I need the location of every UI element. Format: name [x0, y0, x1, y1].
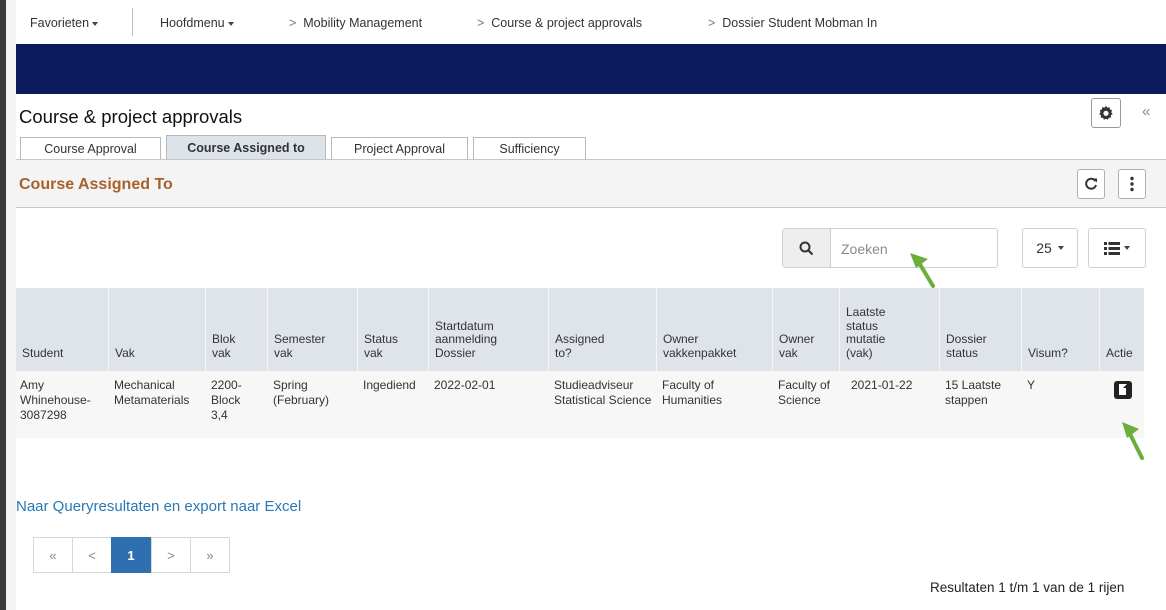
- export-excel-link[interactable]: Naar Queryresultaten en export naar Exce…: [16, 498, 301, 515]
- page-size-value: 25: [1036, 240, 1052, 256]
- caret-down-icon: [227, 21, 234, 26]
- last-page-button[interactable]: »: [190, 537, 230, 573]
- refresh-icon: [1085, 177, 1097, 190]
- tab-sufficiency[interactable]: Sufficiency: [473, 137, 586, 159]
- gear-icon: [1099, 105, 1113, 120]
- window-gutter: [6, 0, 16, 610]
- document-icon[interactable]: [1114, 381, 1132, 399]
- nav-divider: [132, 8, 133, 36]
- tab-course-approval[interactable]: Course Approval: [20, 137, 161, 159]
- cell-owner-vak: Faculty of Science: [778, 378, 831, 407]
- caret-down-icon: [92, 21, 99, 26]
- app-window: Favorieten Hoofdmenu > Mobility Manageme…: [0, 0, 1166, 610]
- next-page-button[interactable]: >: [151, 537, 191, 573]
- column-header-actie: Actie: [1099, 288, 1144, 371]
- search-button[interactable]: [783, 229, 831, 267]
- breadcrumb-dossier[interactable]: > Dossier Student Mobman In: [708, 16, 877, 30]
- top-navigation: Favorieten Hoofdmenu > Mobility Manageme…: [16, 0, 1166, 44]
- tab-project-approval[interactable]: Project Approval: [331, 137, 468, 159]
- breadcrumb-label: Course & project approvals: [491, 16, 643, 30]
- breadcrumb-separator-icon: >: [708, 16, 716, 30]
- vertical-dots-icon: [1130, 176, 1134, 192]
- collapse-panel-icon[interactable]: «: [1142, 103, 1150, 120]
- breadcrumb-course-approvals[interactable]: > Course & project approvals: [477, 16, 642, 30]
- column-header-semester-vak[interactable]: Semester vak: [267, 288, 357, 371]
- cell-student: Amy Whinehouse-3087298: [20, 378, 91, 422]
- page-title: Course & project approvals: [19, 106, 243, 127]
- cell-status: Ingediend: [363, 378, 416, 392]
- tab-course-assigned-to[interactable]: Course Assigned to: [166, 135, 326, 160]
- results-count: Resultaten 1 t/m 1 van de 1 rijen: [930, 580, 1125, 595]
- breadcrumb-separator-icon: >: [289, 16, 297, 30]
- column-header-vak[interactable]: Vak: [108, 288, 205, 371]
- main-menu[interactable]: Hoofdmenu: [160, 16, 234, 30]
- cell-visum: Y: [1027, 378, 1036, 392]
- column-header-blok-vak[interactable]: Blok vak: [205, 288, 267, 371]
- caret-down-icon: [1124, 246, 1130, 250]
- column-header-laatste-status[interactable]: Laatste status mutatie (vak): [839, 288, 939, 371]
- column-header-startdatum[interactable]: Startdatum aanmelding Dossier: [428, 288, 548, 371]
- cell-laatste-status: 2021-01-22: [851, 378, 913, 392]
- section-header: Course Assigned To: [16, 160, 1166, 208]
- main-menu-label: Hoofdmenu: [160, 16, 225, 30]
- favorites-menu[interactable]: Favorieten: [30, 16, 99, 30]
- breadcrumb-label: Mobility Management: [303, 16, 423, 30]
- green-arrow-icon: [1122, 422, 1144, 460]
- cell-vak: Mechanical Metamaterials: [114, 378, 190, 407]
- caret-down-icon: [1057, 246, 1064, 250]
- column-header-student[interactable]: Student: [16, 288, 108, 371]
- breadcrumb-separator-icon: >: [477, 16, 485, 30]
- more-options-button[interactable]: [1118, 169, 1146, 199]
- column-header-status-vak[interactable]: Status vak: [357, 288, 428, 371]
- cell-startdatum: 2022-02-01: [434, 378, 496, 392]
- list-columns-icon: [1104, 241, 1120, 255]
- favorites-label: Favorieten: [30, 16, 90, 30]
- search-icon: [799, 241, 814, 255]
- page-1-button[interactable]: 1: [111, 537, 151, 573]
- header-banner: [16, 44, 1166, 94]
- column-header-visum[interactable]: Visum?: [1021, 288, 1099, 371]
- cell-dossier-status: 15 Laatste stappen: [945, 378, 1002, 407]
- search-group: [782, 228, 998, 268]
- column-toggle-dropdown[interactable]: [1088, 228, 1146, 268]
- refresh-button[interactable]: [1077, 169, 1105, 199]
- page-size-dropdown[interactable]: 25: [1022, 228, 1078, 268]
- breadcrumb-mobility[interactable]: > Mobility Management: [289, 16, 422, 30]
- column-header-owner-vak[interactable]: Owner vak: [772, 288, 839, 371]
- cell-blok: 2200-Block 3,4: [211, 378, 242, 422]
- column-header-assigned-to[interactable]: Assigned to?: [548, 288, 656, 371]
- settings-button[interactable]: [1091, 98, 1121, 128]
- first-page-button[interactable]: «: [33, 537, 73, 573]
- cell-semester: Spring (February): [273, 378, 330, 407]
- previous-page-button[interactable]: <: [72, 537, 112, 573]
- cell-assigned-to: Studieadviseur Statistical Science: [554, 378, 652, 407]
- column-header-owner-vakkenpakket[interactable]: Owner vakkenpakket: [656, 288, 772, 371]
- cell-owner-vakkenpakket: Faculty of Humanities: [662, 378, 723, 407]
- column-header-dossier-status[interactable]: Dossier status: [939, 288, 1021, 371]
- green-arrow-icon: [910, 253, 935, 288]
- breadcrumb-label: Dossier Student Mobman In: [722, 16, 878, 30]
- section-title: Course Assigned To: [19, 176, 173, 193]
